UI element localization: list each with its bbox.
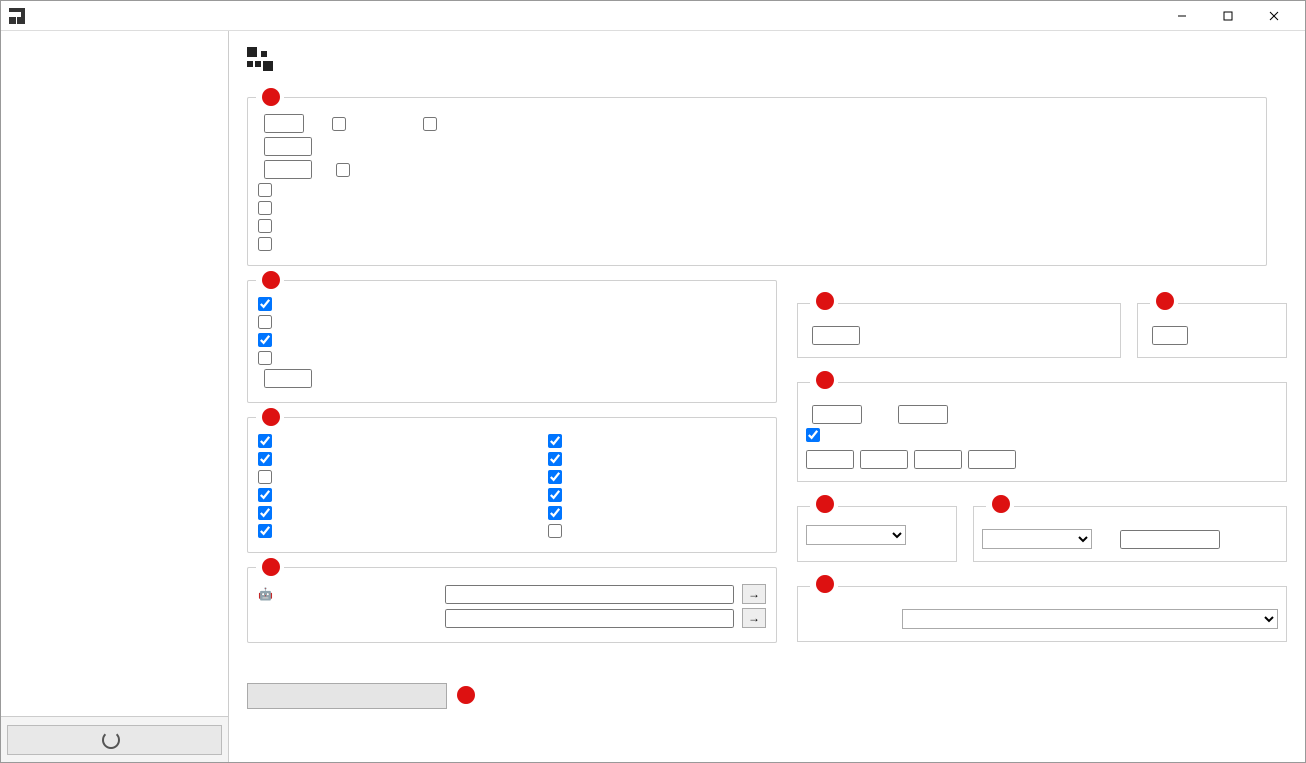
badge-6 bbox=[816, 371, 834, 389]
cb-reset-tax[interactable] bbox=[548, 434, 567, 448]
android-url-input[interactable] bbox=[445, 585, 734, 604]
badge-3 bbox=[262, 408, 280, 426]
config-ride-cb[interactable] bbox=[258, 237, 1256, 251]
eta-2[interactable] bbox=[914, 450, 962, 469]
corr-manual-input[interactable] bbox=[1120, 530, 1220, 549]
house-input[interactable] bbox=[812, 405, 862, 424]
cb-auto-pickup[interactable] bbox=[548, 488, 567, 502]
minimize-button[interactable] bbox=[1159, 2, 1205, 30]
voice-sum-select[interactable] bbox=[806, 525, 906, 545]
send-left-cb[interactable] bbox=[258, 297, 766, 311]
maximize-button[interactable] bbox=[1205, 2, 1251, 30]
free-wait-input[interactable] bbox=[264, 114, 304, 133]
badge-4 bbox=[816, 292, 834, 310]
group-own bbox=[247, 280, 777, 403]
min-dist-input[interactable] bbox=[264, 369, 312, 388]
charge-actual-cb[interactable] bbox=[258, 351, 766, 365]
badge-8 bbox=[992, 495, 1010, 513]
settings-window: 🤖 → → bbox=[0, 0, 1306, 763]
rounding-input[interactable] bbox=[1152, 326, 1188, 345]
speed-input[interactable] bbox=[264, 137, 312, 156]
cb-gps-tax[interactable] bbox=[258, 506, 508, 520]
badge-2 bbox=[262, 271, 280, 289]
badge-9 bbox=[262, 558, 280, 576]
cb-correct-sum[interactable] bbox=[258, 470, 508, 484]
eta-1[interactable] bbox=[860, 450, 908, 469]
ios-url-input[interactable] bbox=[445, 609, 734, 628]
group-balance bbox=[797, 293, 1121, 358]
bind-tariff-cb[interactable] bbox=[258, 201, 1256, 215]
reload-icon bbox=[102, 731, 120, 749]
cb-queue[interactable] bbox=[548, 506, 567, 520]
ios-go[interactable]: → bbox=[742, 608, 766, 628]
titlebar bbox=[1, 1, 1305, 31]
android-go[interactable]: → bbox=[742, 584, 766, 604]
group-map bbox=[797, 576, 1287, 642]
show-min-price-cb[interactable] bbox=[258, 219, 1256, 233]
cb-sip-call[interactable] bbox=[548, 524, 567, 538]
group-rounding bbox=[1137, 293, 1287, 358]
eta-0[interactable] bbox=[806, 450, 854, 469]
cb-pause-tax[interactable] bbox=[548, 452, 567, 466]
balance-input[interactable] bbox=[812, 326, 860, 345]
app-icon bbox=[9, 8, 25, 24]
group-labels bbox=[797, 372, 1287, 482]
sidebar bbox=[1, 31, 229, 762]
nav-tree[interactable] bbox=[1, 31, 228, 716]
add-idle-cb[interactable] bbox=[336, 163, 355, 177]
cb-refuse[interactable] bbox=[548, 470, 567, 484]
ignore-time-cb[interactable] bbox=[423, 117, 442, 131]
badge-1 bbox=[262, 88, 280, 106]
entrance-input[interactable] bbox=[898, 405, 948, 424]
idle-input[interactable] bbox=[264, 160, 312, 179]
restart-bar bbox=[1, 716, 228, 762]
cb-callsigns[interactable] bbox=[258, 524, 508, 538]
block-tariff-cb[interactable] bbox=[258, 183, 1256, 197]
cb-pause[interactable] bbox=[258, 434, 508, 448]
page-icon bbox=[247, 47, 275, 75]
group-gps bbox=[247, 97, 1267, 266]
badge-10 bbox=[816, 575, 834, 593]
android-icon: 🤖 bbox=[258, 587, 273, 601]
map-type-select[interactable] bbox=[902, 609, 1278, 629]
count-from-dial-cb[interactable] bbox=[332, 117, 351, 131]
restart-button[interactable] bbox=[7, 725, 222, 755]
main-content: 🤖 → → bbox=[229, 31, 1305, 762]
corr-system-select[interactable] bbox=[982, 529, 1092, 549]
close-button[interactable] bbox=[1251, 2, 1297, 30]
group-voice bbox=[797, 496, 957, 562]
queue-end-cb[interactable] bbox=[258, 315, 766, 329]
group-correction bbox=[973, 496, 1287, 562]
badge-11 bbox=[457, 686, 475, 704]
cb-offline[interactable] bbox=[258, 452, 508, 466]
charge-left-cb[interactable] bbox=[258, 333, 766, 347]
cb-tariff-info[interactable] bbox=[258, 488, 508, 502]
save-button[interactable] bbox=[247, 683, 447, 709]
group-links: 🤖 → → bbox=[247, 567, 777, 643]
eta-3[interactable] bbox=[968, 450, 1016, 469]
badge-5 bbox=[1156, 292, 1174, 310]
group-display bbox=[247, 417, 777, 553]
calc-map-cb[interactable] bbox=[806, 428, 1278, 442]
badge-7 bbox=[816, 495, 834, 513]
